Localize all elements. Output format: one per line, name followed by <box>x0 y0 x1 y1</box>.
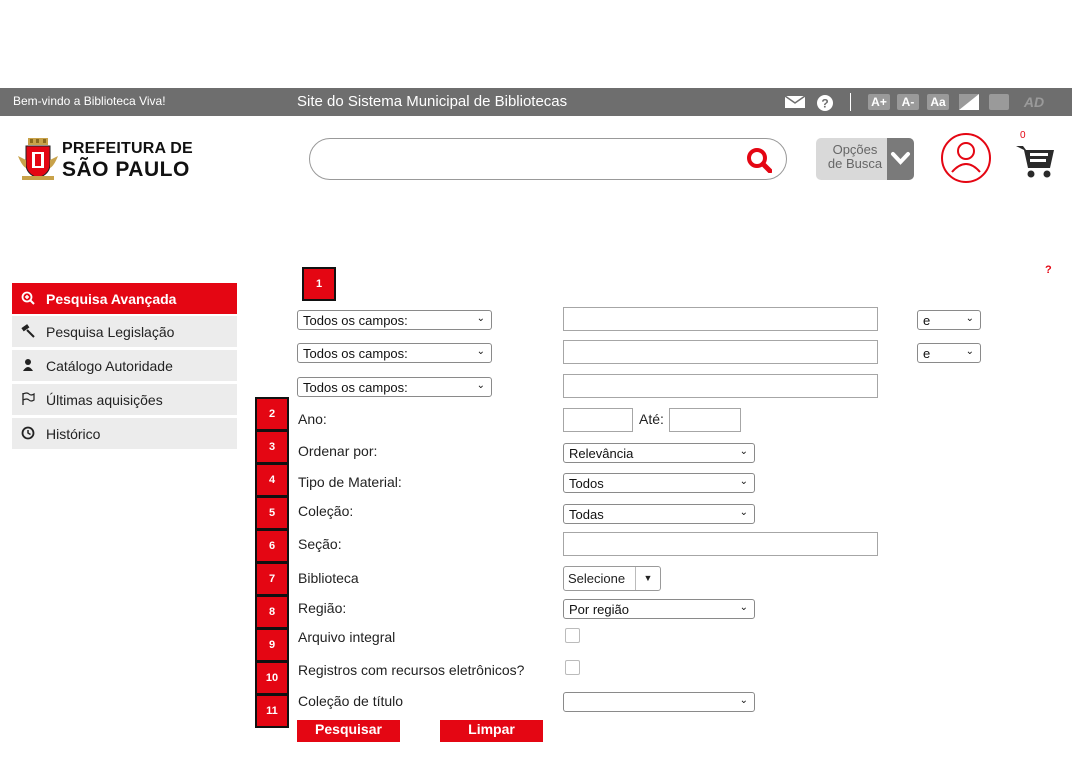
sidebar-item-historico[interactable]: Histórico <box>12 418 237 450</box>
operator-select-1[interactable]: e ⌄ <box>917 310 981 330</box>
year-from-input[interactable] <box>563 408 633 432</box>
options-label-2: de Busca <box>827 156 883 171</box>
search-plus-icon <box>20 291 36 307</box>
sidebar-item-catalogo-autoridade[interactable]: Catálogo Autoridade <box>12 350 237 382</box>
badge-9: 9 <box>257 630 287 660</box>
ano-label: Ano: <box>298 411 327 427</box>
help-icon[interactable]: ? <box>816 94 834 111</box>
chevron-down-icon: ⌄ <box>476 313 485 324</box>
badge-7: 7 <box>257 564 287 594</box>
badge-4: 4 <box>257 465 287 495</box>
sidebar-item-pesquisa-legislacao[interactable]: Pesquisa Legislação <box>12 316 237 348</box>
caret-down-icon: ▼ <box>635 567 660 590</box>
badge-5: 5 <box>257 498 287 528</box>
search-icon[interactable] <box>746 147 772 173</box>
search-term-input-1[interactable] <box>563 307 878 331</box>
cart-icon <box>1016 146 1054 178</box>
person-icon <box>20 358 36 374</box>
ordenar-label: Ordenar por: <box>298 443 378 459</box>
chevron-down-icon: ⌄ <box>739 695 748 706</box>
field-select-1[interactable]: Todos os campos: ⌄ <box>297 310 492 330</box>
logo-line-1: PREFEITURA DE <box>62 140 193 157</box>
region-select[interactable]: Por região ⌄ <box>563 599 755 619</box>
city-crest-icon <box>18 138 58 180</box>
search-button[interactable]: Pesquisar <box>297 720 400 742</box>
site-title: Site do Sistema Municipal de Bibliotecas <box>297 93 568 110</box>
badge-6: 6 <box>257 531 287 561</box>
field-select-3[interactable]: Todos os campos: ⌄ <box>297 377 492 397</box>
regiao-label: Região: <box>298 600 347 616</box>
chevron-down-icon: ⌄ <box>965 313 974 324</box>
font-reset-icon[interactable]: Aa <box>927 94 949 110</box>
top-bar: Bem-vindo a Biblioteca Viva! Site do Sis… <box>0 88 1072 116</box>
help-link[interactable]: ? <box>1045 264 1052 276</box>
colecao-label: Coleção: <box>298 503 354 519</box>
flag-icon <box>20 392 36 408</box>
sidebar-item-label: Catálogo Autoridade <box>46 358 173 374</box>
electronic-resources-checkbox[interactable] <box>565 660 580 675</box>
font-decrease-icon[interactable]: A- <box>897 94 919 110</box>
options-label-1: Opções <box>832 142 878 157</box>
search-box <box>309 138 787 180</box>
tipo-material-label: Tipo de Material: <box>298 474 402 490</box>
badge-8: 8 <box>257 597 287 627</box>
badge-11: 11 <box>257 696 287 726</box>
chevron-down-icon: ⌄ <box>476 346 485 357</box>
sidebar-item-ultimas-aquisicoes[interactable]: Últimas aquisições <box>12 384 237 416</box>
svg-text:?: ? <box>821 97 828 111</box>
search-term-input-2[interactable] <box>563 340 878 364</box>
cart-button[interactable]: 0 <box>1010 130 1058 184</box>
logo-line-2: SÃO PAULO <box>62 158 190 181</box>
sidebar-item-label: Últimas aquisições <box>46 392 163 408</box>
divider <box>850 93 851 111</box>
badge-2: 2 <box>257 399 287 429</box>
registros-label: Registros com recursos eletrônicos? <box>298 662 525 678</box>
chevron-down-icon: ⌄ <box>476 380 485 391</box>
colecao-titulo-label: Coleção de título <box>298 693 404 709</box>
material-type-select[interactable]: Todos ⌄ <box>563 473 755 493</box>
contrast-icon[interactable] <box>958 94 980 110</box>
secao-label: Seção: <box>298 536 342 552</box>
clock-icon <box>20 426 36 442</box>
search-input[interactable] <box>326 148 730 172</box>
logo[interactable]: PREFEITURA DE SÃO PAULO <box>14 136 204 184</box>
chevron-down-icon: ⌄ <box>739 602 748 613</box>
arquivo-integral-label: Arquivo integral <box>298 629 396 645</box>
badge-3: 3 <box>257 432 287 462</box>
sidebar-item-label: Pesquisa Legislação <box>46 324 175 340</box>
field-select-2[interactable]: Todos os campos: ⌄ <box>297 343 492 363</box>
audio-description-icon[interactable]: AD <box>1014 94 1054 110</box>
badge-1: 1 <box>304 269 334 299</box>
mail-icon[interactable] <box>783 94 807 110</box>
title-collection-select[interactable]: ⌄ <box>563 692 755 712</box>
search-options-button[interactable]: Opções de Busca <box>816 138 914 180</box>
full-text-checkbox[interactable] <box>565 628 580 643</box>
biblioteca-label: Biblioteca <box>298 570 359 586</box>
badge-10: 10 <box>257 663 287 693</box>
ate-label: Até: <box>639 411 664 427</box>
square-icon[interactable] <box>989 94 1009 110</box>
sidebar-item-label: Histórico <box>46 426 101 442</box>
chevron-down-icon: ⌄ <box>739 446 748 457</box>
user-account-icon[interactable] <box>940 132 992 184</box>
chevron-down-icon <box>887 138 914 180</box>
search-term-input-3[interactable] <box>563 374 878 398</box>
sort-select[interactable]: Relevância ⌄ <box>563 443 755 463</box>
chevron-down-icon: ⌄ <box>965 346 974 357</box>
font-increase-icon[interactable]: A+ <box>868 94 890 110</box>
chevron-down-icon: ⌄ <box>739 476 748 487</box>
library-multiselect[interactable]: Selecione ▼ <box>563 566 661 591</box>
welcome-text: Bem-vindo a Biblioteca Viva! <box>13 94 166 108</box>
clear-button[interactable]: Limpar <box>440 720 543 742</box>
sidebar-item-label: Pesquisa Avançada <box>46 291 177 307</box>
gavel-icon <box>20 324 36 340</box>
sidebar-item-pesquisa-avancada[interactable]: Pesquisa Avançada <box>12 283 237 315</box>
chevron-down-icon: ⌄ <box>739 507 748 518</box>
operator-select-2[interactable]: e ⌄ <box>917 343 981 363</box>
section-input[interactable] <box>563 532 878 556</box>
year-to-input[interactable] <box>669 408 741 432</box>
collection-select[interactable]: Todas ⌄ <box>563 504 755 524</box>
